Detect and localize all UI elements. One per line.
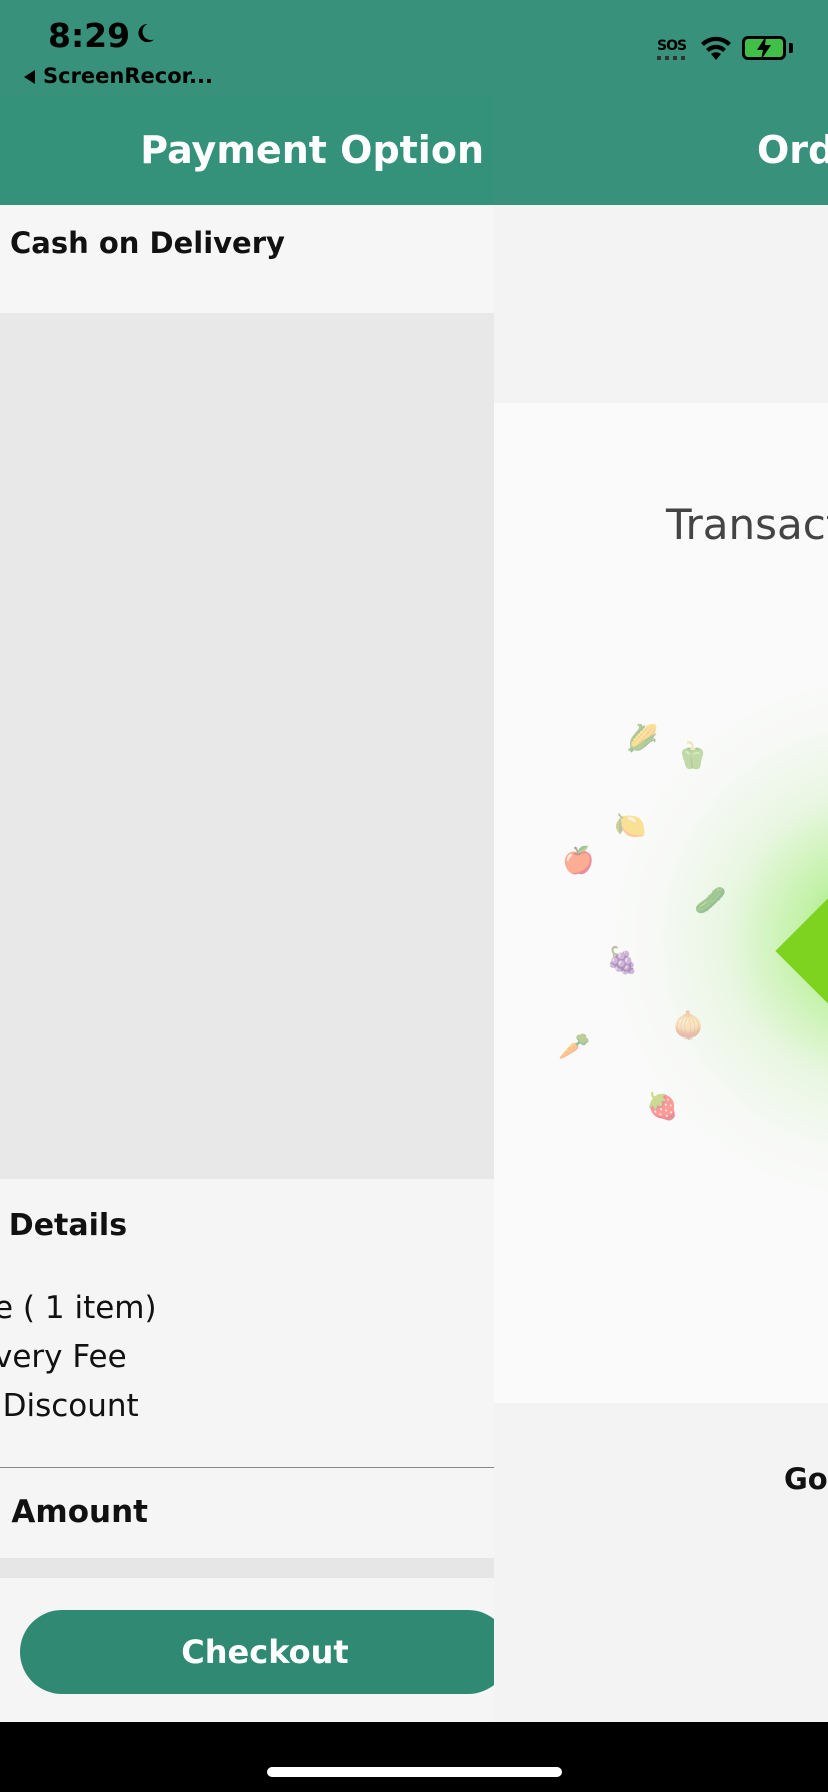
apple-icon: 🍎 <box>562 846 595 876</box>
moon-icon <box>138 23 155 43</box>
payment-header: Payment Option <box>0 96 494 205</box>
lemon-icon: 🍋 <box>614 811 647 841</box>
corn-icon: 🌽 <box>626 724 659 754</box>
back-app-label: ScreenRecor... <box>43 64 213 88</box>
payment-option-screen: Payment Option Cash on Delivery e Detail… <box>0 96 494 1722</box>
checkout-button[interactable]: Checkout <box>20 1610 494 1694</box>
onion-icon: 🧅 <box>672 1011 705 1041</box>
price-details-title: e Details <box>0 1208 128 1243</box>
pepper-icon: 🫑 <box>676 741 709 771</box>
back-to-app-link[interactable]: ScreenRecor... <box>24 64 213 88</box>
charging-bolt-icon <box>757 36 771 60</box>
go-link[interactable]: Go <box>784 1462 828 1496</box>
price-line-discount: lDiscount <box>0 1388 139 1424</box>
status-time: 8:29 <box>48 16 131 55</box>
order-title: Ord <box>757 128 828 172</box>
price-line-items: e ( 1 item) <box>0 1290 157 1326</box>
transaction-text: Transact <box>666 500 828 549</box>
status-bar: 8:29 ScreenRecor... SOS <box>0 0 828 96</box>
battery-tip <box>789 43 793 53</box>
home-indicator[interactable] <box>267 1767 562 1777</box>
divider <box>0 1467 494 1468</box>
bean-icon: 🥒 <box>694 886 727 916</box>
page-title: Payment Option <box>140 128 484 172</box>
payment-method-label: Cash on Delivery <box>10 226 285 260</box>
order-screen: Ord Transact 🌽 🫑 🍋 🍎 🥒 🍇 🧅 🥕 🍓 Go <box>494 96 828 1722</box>
total-amount-label: l Amount <box>0 1494 148 1530</box>
content-placeholder-area <box>0 313 494 1179</box>
back-triangle-icon <box>24 70 35 84</box>
wifi-icon <box>701 36 731 60</box>
grapes-icon: 🍇 <box>606 946 639 976</box>
carrot-icon: 🥕 <box>558 1032 591 1062</box>
sos-indicator: SOS <box>657 38 687 54</box>
price-line-delivery: very Fee <box>0 1339 127 1375</box>
strawberry-icon: 🍓 <box>646 1092 679 1122</box>
separator-strip <box>0 1558 494 1578</box>
order-header: Ord <box>494 96 828 205</box>
signal-dots-icon <box>657 56 687 60</box>
